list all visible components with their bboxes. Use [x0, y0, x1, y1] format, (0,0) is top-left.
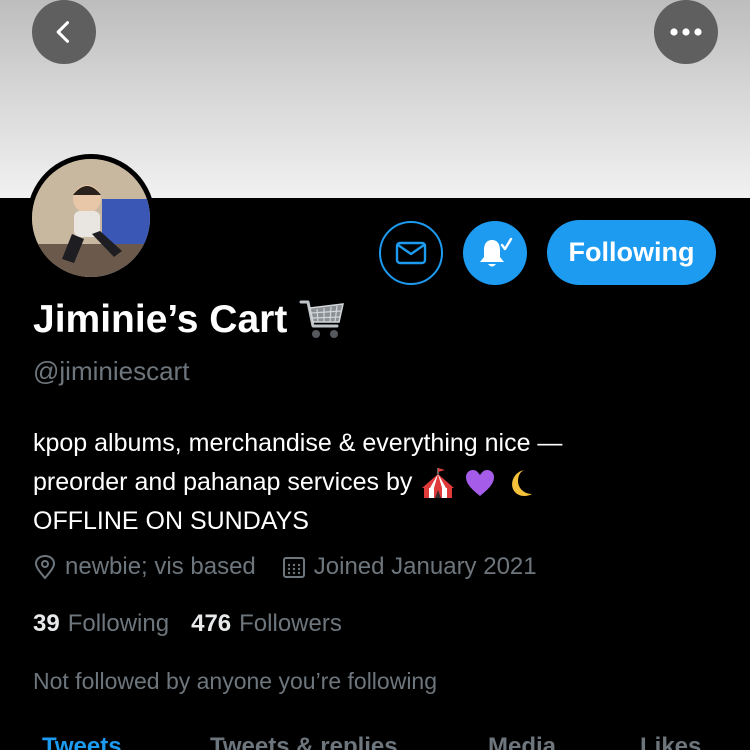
- join-date-text: Joined January 2021: [313, 553, 537, 580]
- location-text: newbie; vis based: [65, 553, 256, 580]
- profile-name: Jiminie’s Cart: [33, 298, 345, 342]
- avatar-photo: [32, 159, 150, 277]
- purple-heart-emoji: [464, 468, 496, 498]
- message-button[interactable]: [379, 221, 443, 285]
- location: newbie; vis based: [33, 553, 256, 581]
- following-label: Following: [67, 610, 170, 637]
- profile-tabs: Tweets Tweets & replies Media Likes: [0, 733, 750, 750]
- more-icon: [670, 28, 702, 36]
- more-options-button[interactable]: [654, 0, 718, 64]
- tab-media[interactable]: Media: [488, 733, 556, 750]
- shopping-cart-emoji: [299, 300, 345, 338]
- location-icon: [34, 554, 56, 580]
- bell-icon: [480, 237, 513, 267]
- mutuals-note: Not followed by anyone you’re following: [33, 668, 438, 694]
- bio-line: OFFLINE ON SUNDAYS: [33, 507, 309, 535]
- tab-likes[interactable]: Likes: [640, 733, 701, 750]
- followers-count-link[interactable]: 476 Followers: [191, 610, 342, 638]
- back-button[interactable]: [32, 0, 96, 64]
- bio-line-with-emojis: preorder and pahanap services by: [33, 463, 733, 502]
- avatar[interactable]: [27, 154, 155, 282]
- notifications-button[interactable]: [463, 221, 527, 285]
- tab-tweets-replies[interactable]: Tweets & replies: [210, 733, 398, 750]
- circus-tent-emoji: [420, 466, 456, 500]
- display-name: Jiminie’s Cart: [33, 298, 288, 341]
- following-count: 39: [33, 610, 60, 637]
- profile-bio: kpop albums, merchandise & everything ni…: [33, 424, 733, 541]
- profile-meta: newbie; vis based Joined January 2021: [33, 553, 563, 581]
- back-arrow-icon: [56, 21, 70, 43]
- followers-label: Followers: [239, 610, 342, 637]
- following-button[interactable]: Following: [547, 220, 716, 285]
- follow-counts: 39 Following 476 Followers: [33, 610, 364, 638]
- tab-tweets[interactable]: Tweets: [42, 733, 122, 750]
- envelope-icon: [395, 241, 427, 265]
- calendar-icon: [282, 557, 305, 578]
- following-count-link[interactable]: 39 Following: [33, 610, 169, 638]
- join-date: Joined January 2021: [282, 553, 537, 581]
- bio-line: preorder and pahanap services by: [33, 468, 413, 496]
- bio-line: kpop albums, merchandise & everything ni…: [33, 429, 563, 457]
- crescent-moon-emoji: [504, 467, 536, 499]
- followers-count: 476: [191, 610, 232, 637]
- profile-handle: @jiminiescart: [33, 356, 190, 386]
